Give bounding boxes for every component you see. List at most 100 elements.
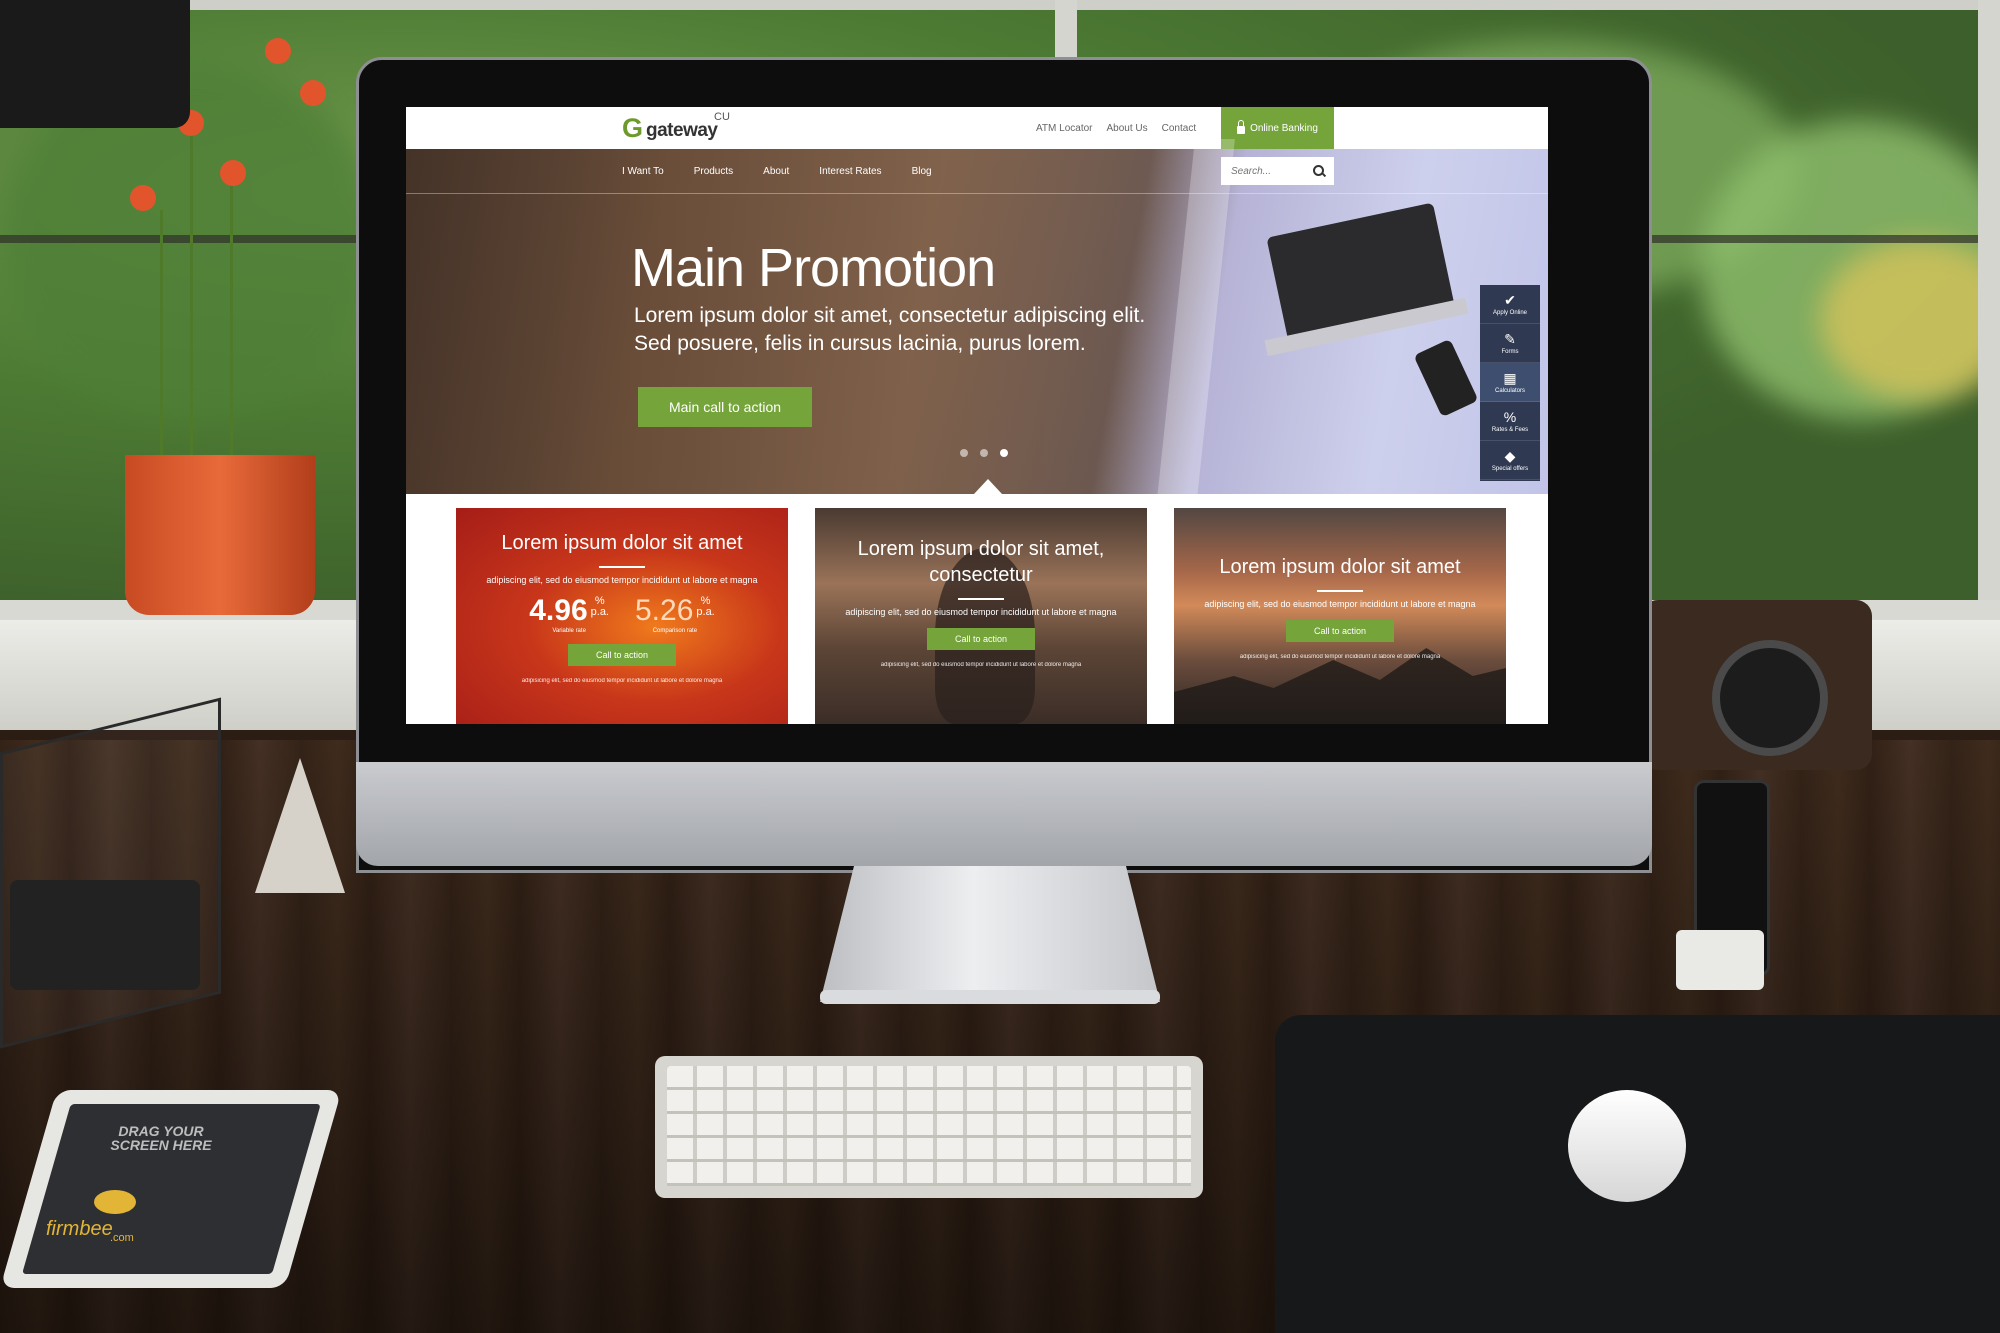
top-link-about-us[interactable]: About Us <box>1107 123 1148 134</box>
carousel-dot-active[interactable] <box>1000 449 1008 457</box>
rates-row: 4.96% p.a. Variable rate 5.26% p.a. Compar… <box>456 594 788 635</box>
keyboard-rows <box>667 1066 1191 1186</box>
tool-special-offers[interactable]: ◆ Special offers <box>1480 441 1540 480</box>
search-icon[interactable] <box>1313 165 1324 176</box>
logo-suffix: CU <box>714 111 730 123</box>
top-links: ATM Locator About Us Contact <box>1036 107 1210 149</box>
flower <box>220 160 246 186</box>
tablet-brand: firmbee <box>46 1218 113 1240</box>
hero-text: Lorem ipsum dolor sit amet, consectetur … <box>634 304 1146 355</box>
rate-label: Comparison rate <box>652 628 698 634</box>
card-footnote: adipisicing elit, sed do eiusmod tempor … <box>880 662 1082 668</box>
camera-lens <box>1712 640 1828 756</box>
tool-rates-fees[interactable]: % Rates & Fees <box>1480 402 1540 441</box>
glass-terrarium <box>0 697 221 1049</box>
tool-calculators[interactable]: ▦ Calculators <box>1480 363 1540 402</box>
tool-label: Calculators <box>1494 387 1525 394</box>
hero-banner: I Want To Products About Interest Rates … <box>406 139 1548 499</box>
tag-icon: ◆ <box>1504 447 1516 464</box>
promo-cards: Lorem ipsum dolor sit amet adipiscing el… <box>406 494 1548 724</box>
nav-item-i-want-to[interactable]: I Want To <box>622 166 664 177</box>
flower <box>265 38 291 64</box>
online-banking-button[interactable]: Online Banking <box>1221 107 1334 149</box>
tool-label: Rates & Fees <box>1491 426 1529 433</box>
top-link-contact[interactable]: Contact <box>1162 123 1196 134</box>
tablet-brand-sub: .com <box>110 1232 134 1244</box>
card-divider <box>599 566 645 568</box>
bee-logo-icon <box>94 1190 136 1214</box>
vintage-camera <box>1642 600 1872 770</box>
magic-mouse <box>1568 1090 1686 1202</box>
site-topbar: G gateway CU ATM Locator About Us Contac… <box>406 107 1548 149</box>
rate-label: Variable rate <box>552 628 586 634</box>
rate-value: 4.96 <box>529 594 588 627</box>
card-title: Lorem ipsum dolor sit amet <box>1219 556 1461 578</box>
tablet-placeholder-text: DRAG YOUR SCREEN HERE <box>110 1123 212 1153</box>
card-cta-button[interactable]: Call to action <box>567 644 677 666</box>
hero-notch <box>974 479 1002 494</box>
card-footnote: adipisicing elit, sed do eiusmod tempor … <box>1239 654 1441 660</box>
percent-icon: % <box>1503 408 1517 425</box>
nav-item-blog[interactable]: Blog <box>912 166 932 177</box>
card-divider <box>958 598 1004 600</box>
promo-card-rates: Lorem ipsum dolor sit amet adipiscing el… <box>456 508 788 724</box>
card-text: adipiscing elit, sed do eiusmod tempor i… <box>486 575 758 585</box>
tool-forms[interactable]: ✎ Forms <box>1480 324 1540 363</box>
quick-tools-sidebar: ✔ Apply Online ✎ Forms ▦ Calculators % R… <box>1480 285 1540 481</box>
imac-stand-foot <box>820 990 1160 1004</box>
card-title: Lorem ipsum dolor sit amet, consectetur <box>857 538 1105 586</box>
flower-pot <box>125 455 315 615</box>
flower-stem <box>160 210 163 460</box>
tool-label: Apply Online <box>1492 309 1528 316</box>
apple-logo-icon <box>963 780 1011 836</box>
online-banking-label: Online Banking <box>1250 122 1318 134</box>
carousel-dot[interactable] <box>980 449 988 457</box>
rate-suffix: % p.a. <box>591 596 609 618</box>
main-cta-button[interactable]: Main call to action <box>638 387 812 427</box>
flower-stem <box>190 120 193 460</box>
flower-stem <box>230 170 233 460</box>
nav-items: I Want To Products About Interest Rates … <box>622 149 932 193</box>
phone-dock <box>1676 930 1764 990</box>
calculator-icon: ▦ <box>1503 369 1517 386</box>
flower <box>130 185 156 211</box>
tool-label: Special offers <box>1491 465 1529 472</box>
card-title: Lorem ipsum dolor sit amet <box>501 532 743 554</box>
desk-lamp <box>0 0 190 128</box>
rate-pa: p.a. <box>590 606 609 618</box>
nav-item-products[interactable]: Products <box>694 166 733 177</box>
tool-label: Forms <box>1501 348 1519 355</box>
lock-icon <box>1237 120 1246 134</box>
tool-apply-online[interactable]: ✔ Apply Online <box>1480 285 1540 324</box>
nav-item-interest-rates[interactable]: Interest Rates <box>819 166 881 177</box>
imac-stand <box>820 866 1160 1002</box>
window-mullion-right <box>1978 0 2000 620</box>
card-cta-button[interactable]: Call to action <box>926 628 1036 650</box>
desk-scene: DRAG YOUR SCREEN HERE firmbee .com G gat… <box>0 0 2000 1333</box>
hero-title: Main Promotion <box>631 238 996 298</box>
checkmark-icon: ✔ <box>1504 291 1516 308</box>
carousel-dot[interactable] <box>960 449 968 457</box>
carousel-dots <box>960 449 1008 457</box>
keyboard <box>655 1056 1203 1198</box>
promo-card-2: Lorem ipsum dolor sit amet, consectetur … <box>815 508 1147 724</box>
window-frame-top <box>0 0 2000 10</box>
card-text: adipiscing elit, sed do eiusmod tempor i… <box>845 607 1117 617</box>
card-footnote: adipisicing elit, sed do eiusmod tempor … <box>521 678 723 684</box>
tablet <box>0 1090 342 1288</box>
website-screen: G gateway CU ATM Locator About Us Contac… <box>406 107 1548 724</box>
decorative-rock <box>255 758 345 893</box>
variable-rate: 4.96% p.a. Variable rate <box>529 594 609 635</box>
nav-item-about[interactable]: About <box>763 166 789 177</box>
card-divider <box>1317 590 1363 592</box>
rate-value: 5.26 <box>635 594 694 627</box>
rate-suffix: % p.a. <box>696 596 714 618</box>
comparison-rate: 5.26% p.a. Comparison rate <box>635 594 715 635</box>
card-cta-button[interactable]: Call to action <box>1285 620 1395 642</box>
search-box <box>1221 157 1334 185</box>
rate-pa: p.a. <box>696 606 715 618</box>
search-input[interactable] <box>1229 164 1313 178</box>
flower <box>300 80 326 106</box>
top-link-atm-locator[interactable]: ATM Locator <box>1036 123 1093 134</box>
main-nav: I Want To Products About Interest Rates … <box>406 149 1548 194</box>
